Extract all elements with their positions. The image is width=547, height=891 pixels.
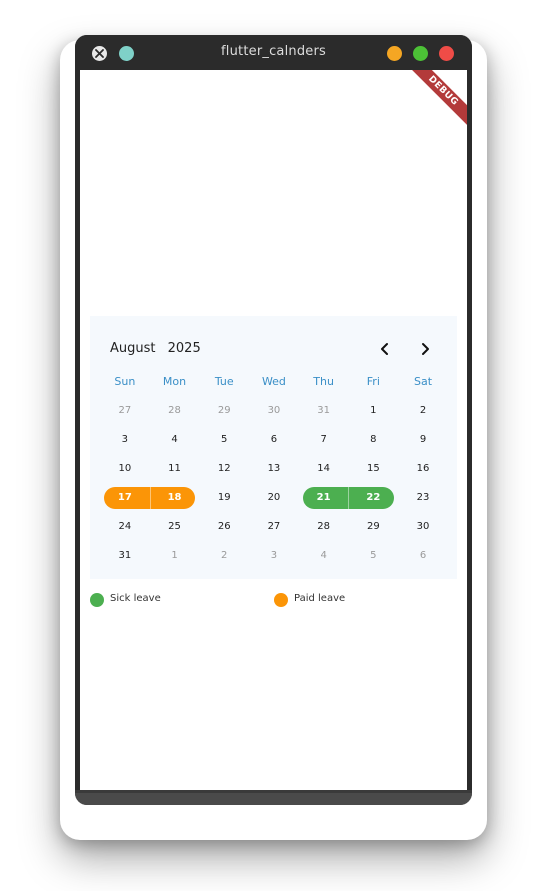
day-cell[interactable]: 24 <box>100 516 150 538</box>
legend-label: Paid leave <box>294 593 346 604</box>
day-cell[interactable]: 2 <box>398 400 448 422</box>
day-cell[interactable]: 12 <box>199 458 249 480</box>
day-cell[interactable]: 3 <box>100 429 150 451</box>
window-bottom-bar <box>75 790 472 805</box>
weekday-label: Mon <box>162 375 187 388</box>
title-bar[interactable]: flutter_calnders <box>75 35 472 70</box>
calendar-year: 2025 <box>167 341 201 356</box>
day-cell[interactable]: 13 <box>249 458 299 480</box>
weekday-header-row: Sun Mon Tue Wed Thu Fri Sat <box>100 375 448 389</box>
chevron-right-icon <box>422 343 429 355</box>
day-cell[interactable]: 29 <box>199 400 249 422</box>
next-month-button[interactable] <box>416 340 434 358</box>
weekday-label: Thu <box>313 375 334 388</box>
weekday-label: Fri <box>366 375 380 388</box>
maximize-button[interactable] <box>413 46 428 61</box>
day-cell[interactable]: 3 <box>249 545 299 567</box>
day-cell[interactable]: 4 <box>299 545 349 567</box>
day-cell[interactable]: 29 <box>349 516 399 538</box>
day-cell[interactable]: 1 <box>150 545 200 567</box>
day-cell[interactable]: 5 <box>349 545 399 567</box>
close-window-button[interactable] <box>439 46 454 61</box>
day-cell-sick-leave[interactable]: 22 <box>349 487 399 509</box>
day-cell-sick-leave[interactable]: 21 <box>299 487 349 509</box>
day-cell[interactable]: 6 <box>398 545 448 567</box>
weekday-label: Wed <box>261 375 286 388</box>
day-cell[interactable]: 8 <box>349 429 399 451</box>
day-cell[interactable]: 14 <box>299 458 349 480</box>
day-cell[interactable]: 16 <box>398 458 448 480</box>
day-cell[interactable]: 1 <box>349 400 399 422</box>
day-cell-paid-leave[interactable]: 18 <box>150 487 200 509</box>
day-cell[interactable]: 28 <box>150 400 200 422</box>
app-window: flutter_calnders DEBUG August 2025 Sun Mo… <box>75 35 472 805</box>
day-cell[interactable]: 2 <box>199 545 249 567</box>
day-cell[interactable]: 5 <box>199 429 249 451</box>
calendar-header: August 2025 <box>110 341 201 356</box>
day-cell[interactable]: 30 <box>249 400 299 422</box>
calendar: August 2025 Sun Mon Tue Wed Thu Fri Sat 27 28 29… <box>90 316 457 579</box>
weekday-label: Sat <box>414 375 433 388</box>
previous-month-button[interactable] <box>376 340 394 358</box>
legend-label: Sick leave <box>110 593 161 604</box>
weekday-label: Tue <box>214 375 234 388</box>
day-cell[interactable]: 31 <box>299 400 349 422</box>
day-cell-paid-leave[interactable]: 17 <box>100 487 150 509</box>
weekday-label: Sun <box>114 375 136 388</box>
day-cell[interactable]: 19 <box>199 487 249 509</box>
legend-swatch <box>90 593 104 607</box>
chevron-left-icon <box>381 343 388 355</box>
day-cell[interactable]: 10 <box>100 458 150 480</box>
day-cell[interactable]: 30 <box>398 516 448 538</box>
day-cell[interactable]: 31 <box>100 545 150 567</box>
day-cell[interactable]: 28 <box>299 516 349 538</box>
day-cell[interactable]: 27 <box>249 516 299 538</box>
minimize-button[interactable] <box>387 46 402 61</box>
day-cell[interactable]: 6 <box>249 429 299 451</box>
day-cell[interactable]: 20 <box>249 487 299 509</box>
day-cell[interactable]: 9 <box>398 429 448 451</box>
day-cell[interactable]: 11 <box>150 458 200 480</box>
day-cell[interactable]: 23 <box>398 487 448 509</box>
legend-swatch <box>274 593 288 607</box>
day-cell[interactable]: 15 <box>349 458 399 480</box>
day-cell[interactable]: 27 <box>100 400 150 422</box>
app-content: DEBUG August 2025 Sun Mon Tue Wed Thu Fri Sat … <box>80 70 467 790</box>
day-cell[interactable]: 7 <box>299 429 349 451</box>
debug-banner: DEBUG <box>402 70 467 132</box>
calendar-month: August <box>110 341 156 356</box>
day-cell[interactable]: 4 <box>150 429 200 451</box>
day-cell[interactable]: 25 <box>150 516 200 538</box>
day-cell[interactable]: 26 <box>199 516 249 538</box>
